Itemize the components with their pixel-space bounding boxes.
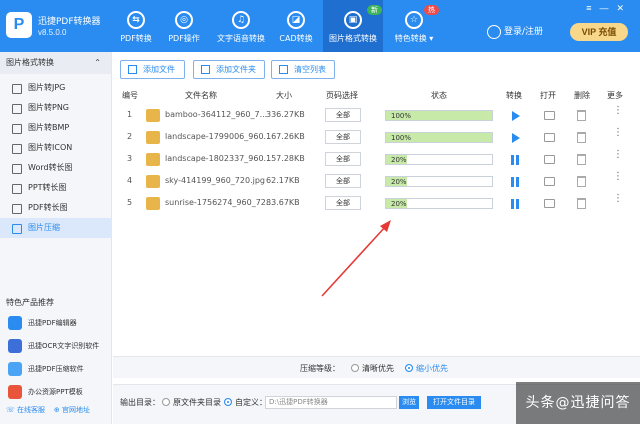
annotation-arrow	[321, 220, 391, 297]
arrow-line	[321, 225, 387, 297]
